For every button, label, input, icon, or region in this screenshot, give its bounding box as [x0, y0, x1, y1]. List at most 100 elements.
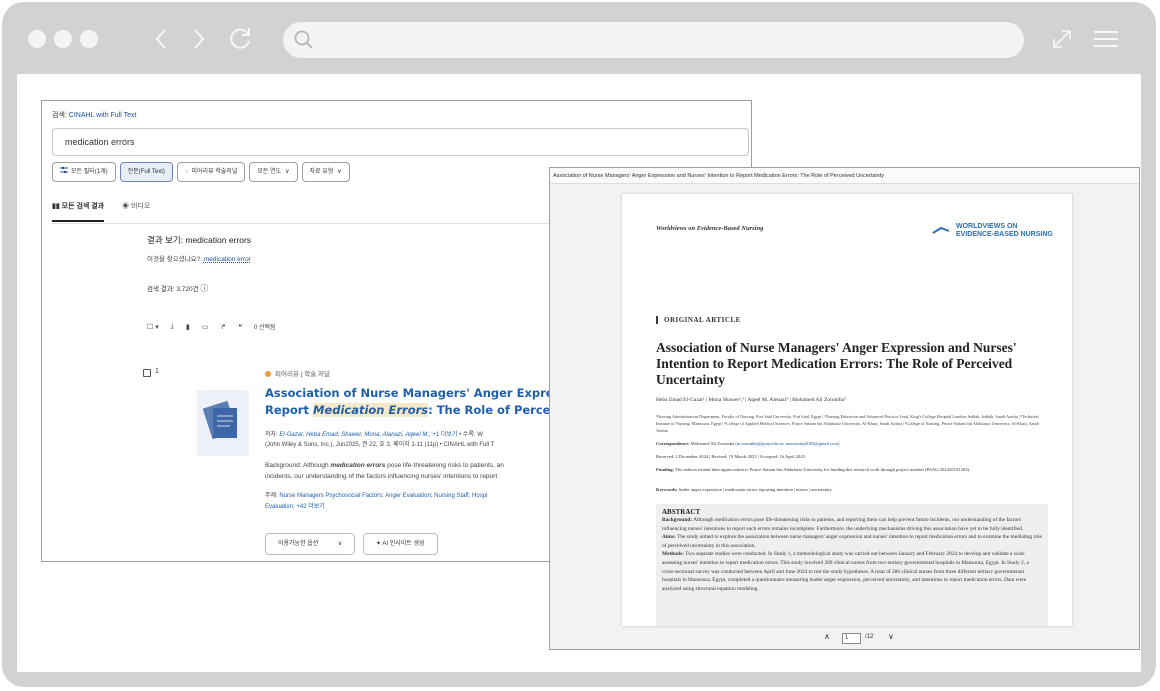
search-input[interactable]: medication errors — [52, 128, 749, 156]
did-you-mean-link[interactable]: medication error — [204, 256, 251, 263]
logo-line2: EVIDENCE-BASED NURSING — [956, 231, 1053, 238]
filter-fulltext-chip[interactable]: 전문(Full Text) — [119, 162, 173, 182]
correspondence: Correspondence: Mohamed Ali Zoromba (m.z… — [656, 440, 1048, 447]
filter-type-label: 자료 유형 — [309, 169, 334, 175]
window-dot-maximize[interactable] — [80, 30, 98, 48]
keywords-label: Keywords: — [656, 487, 678, 492]
chevron-down-icon: ∨ — [337, 169, 342, 175]
info-icon[interactable]: ⓘ — [200, 284, 208, 293]
tab-all-results[interactable]: ▮▮ 모든 검색 결과 — [52, 201, 105, 222]
logo-line1: WORLDVIEWS ON — [956, 223, 1018, 230]
cite-icon[interactable]: ❝ — [238, 323, 242, 331]
filter-type-dropdown[interactable]: 자료 유형 ∨ — [301, 162, 350, 182]
result-title-part: : The Role of Perceived Unce — [428, 403, 555, 417]
authors-list[interactable]: El-Gazar, Heba Emad; Shawer, Mona; Alana… — [279, 432, 430, 438]
forward-icon[interactable] — [192, 28, 206, 50]
subjects-list[interactable]: Nurse Managers Psychosocial Factors; Ang… — [279, 493, 487, 499]
tab-videos[interactable]: ◉ 비디오 — [122, 201, 150, 211]
chevron-down-icon: ∨ — [337, 541, 342, 547]
menu-icon[interactable] — [1092, 29, 1120, 49]
download-icon[interactable]: ⤓ — [171, 323, 174, 331]
result-abstract: Background: Although medication errors p… — [265, 460, 565, 482]
page-total: /12 — [865, 634, 874, 640]
page-number-input[interactable]: 1 — [842, 633, 861, 644]
bookmark-icon[interactable]: ▮ — [186, 323, 190, 331]
peer-review-icon — [265, 371, 271, 378]
pdf-viewer: Association of Nurse Managers' Anger Exp… — [549, 167, 1140, 650]
filter-icon — [60, 166, 68, 174]
abstract-text: Background: Although — [265, 462, 331, 469]
methods-label: Methods: — [662, 551, 684, 558]
article-dates: Received: 2 December 2024 | Revised: 19 … — [656, 454, 805, 459]
address-bar[interactable] — [283, 22, 1024, 58]
share-icon[interactable]: ↱ — [220, 323, 226, 331]
article-thumbnail[interactable] — [197, 390, 249, 456]
chevron-up-icon[interactable]: ∧ — [824, 632, 830, 641]
result-number: 1 — [155, 368, 159, 375]
abstract-highlight: medication errors — [330, 462, 386, 469]
result-checkbox[interactable] — [143, 369, 151, 377]
subjects-label: 주제: — [265, 493, 278, 499]
section-label: ORIGINAL ARTICLE — [656, 316, 741, 324]
database-label: 검색: — [52, 112, 67, 119]
source-label: • 수록: W — [459, 432, 483, 438]
more-authors-link[interactable]: +1 더보기 — [432, 432, 457, 438]
filter-peer-reviewed-label: 피어리뷰 학술저널 — [191, 169, 238, 175]
correspondence-email[interactable]: (m.zoromba@psau.edu.sa; mzoromba2003@gma… — [735, 441, 839, 446]
did-you-mean-label: 이것을 찾으셨나요?: — [147, 256, 203, 263]
window-dot-minimize[interactable] — [54, 30, 72, 48]
subjects-list[interactable]: Evaluation; — [265, 504, 295, 510]
result-title-link[interactable]: Association of Nurse Managers' Anger Exp… — [265, 385, 555, 419]
result-title-line1: Association of Nurse Managers' Anger Exp… — [265, 386, 555, 400]
more-subjects-link[interactable]: +42 더보기 — [296, 504, 324, 510]
journal-name: Worldviews on Evidence-Based Nursing — [656, 225, 764, 232]
back-icon[interactable] — [154, 28, 168, 50]
tab-videos-label: 비디오 — [130, 203, 151, 210]
window-dot-close[interactable] — [28, 30, 46, 48]
authors-label: 저자: — [265, 432, 278, 438]
play-icon: ◉ — [122, 203, 131, 210]
bulk-actions: ☐ ▾ ⤓ ▮ ▭ ↱ ❝ 0 선택됨 — [147, 322, 276, 332]
background-label: Background: — [662, 517, 693, 523]
expand-icon[interactable] — [1051, 28, 1073, 50]
folder-icon[interactable]: ▭ — [202, 323, 209, 331]
result-count-text: 검색 결과: 3,720건 — [147, 286, 199, 293]
aims-text: The study aimed to explore the associati… — [662, 534, 1042, 549]
filter-year-dropdown[interactable]: 모든 연도 ∨ — [249, 162, 298, 182]
chevron-down-icon: ∨ — [285, 169, 290, 175]
select-all-checkbox[interactable]: ☐ ▾ — [147, 323, 159, 331]
abstract-heading: ABSTRACT — [662, 508, 701, 516]
funding-text: The authors extend their appreciation to… — [675, 467, 971, 472]
abstract-box: ABSTRACT Background: Although medication… — [656, 504, 1048, 626]
result-title-part: Report — [265, 403, 313, 417]
correspondence-name: Mohamed Ali Zoromba — [690, 441, 735, 446]
pdf-page[interactable]: Worldviews on Evidence-Based Nursing WOR… — [622, 194, 1072, 626]
aims-label: Aims: — [662, 534, 676, 541]
filter-year-label: 모든 연도 — [257, 169, 282, 175]
article-authors: Heba Emad El-Gazar¹ | Mona Shawer²,³ | A… — [656, 397, 847, 403]
page-navigator: ∧ 1 /12 ∨ — [550, 630, 1139, 648]
filter-peer-reviewed-chip[interactable]: ○ 피어리뷰 학술저널 — [176, 162, 246, 182]
funding-label: Funding: — [656, 467, 675, 472]
result-meta: 저자: El-Gazar, Heba Emad; Shawer, Mona; A… — [265, 430, 565, 450]
chevron-down-icon[interactable]: ∨ — [888, 632, 894, 641]
result-type-badge: 피어리뷰 | 학술 저널 — [265, 368, 330, 378]
background-text: Although medication errors pose life-thr… — [662, 517, 1024, 532]
access-options-dropdown[interactable]: 이용가능한 옵션 ∨ — [265, 533, 355, 555]
grid-icon: ▮▮ — [52, 203, 62, 210]
logo-arrow-icon — [932, 226, 950, 234]
ai-insights-button[interactable]: ✦ AI 인사이트 생성 — [363, 533, 438, 555]
browser-window: 검색: CINAHL with Full Text medication err… — [2, 2, 1156, 687]
abstract-text: incidents, our understanding of the fact… — [265, 473, 498, 480]
toggle-circle-icon: ○ — [184, 169, 189, 175]
keywords: Keywords: leader anger expression | medi… — [656, 486, 1048, 493]
abstract-text: pose life-threatening risks to patients,… — [385, 462, 504, 469]
methods-text: Two separate studies were conducted. In … — [662, 551, 1029, 592]
database-link[interactable]: CINAHL with Full Text — [69, 112, 137, 119]
reload-icon[interactable] — [228, 26, 254, 52]
result-actions: 이용가능한 옵션 ∨ ✦ AI 인사이트 생성 — [265, 533, 438, 555]
result-subjects: 주제: Nurse Managers Psychosocial Factors;… — [265, 491, 565, 513]
access-options-label: 이용가능한 옵션 — [278, 541, 319, 547]
filter-all-button[interactable]: 모든 필터(1개) — [52, 162, 116, 182]
result-count: 검색 결과: 3,720건 ⓘ — [147, 283, 208, 294]
